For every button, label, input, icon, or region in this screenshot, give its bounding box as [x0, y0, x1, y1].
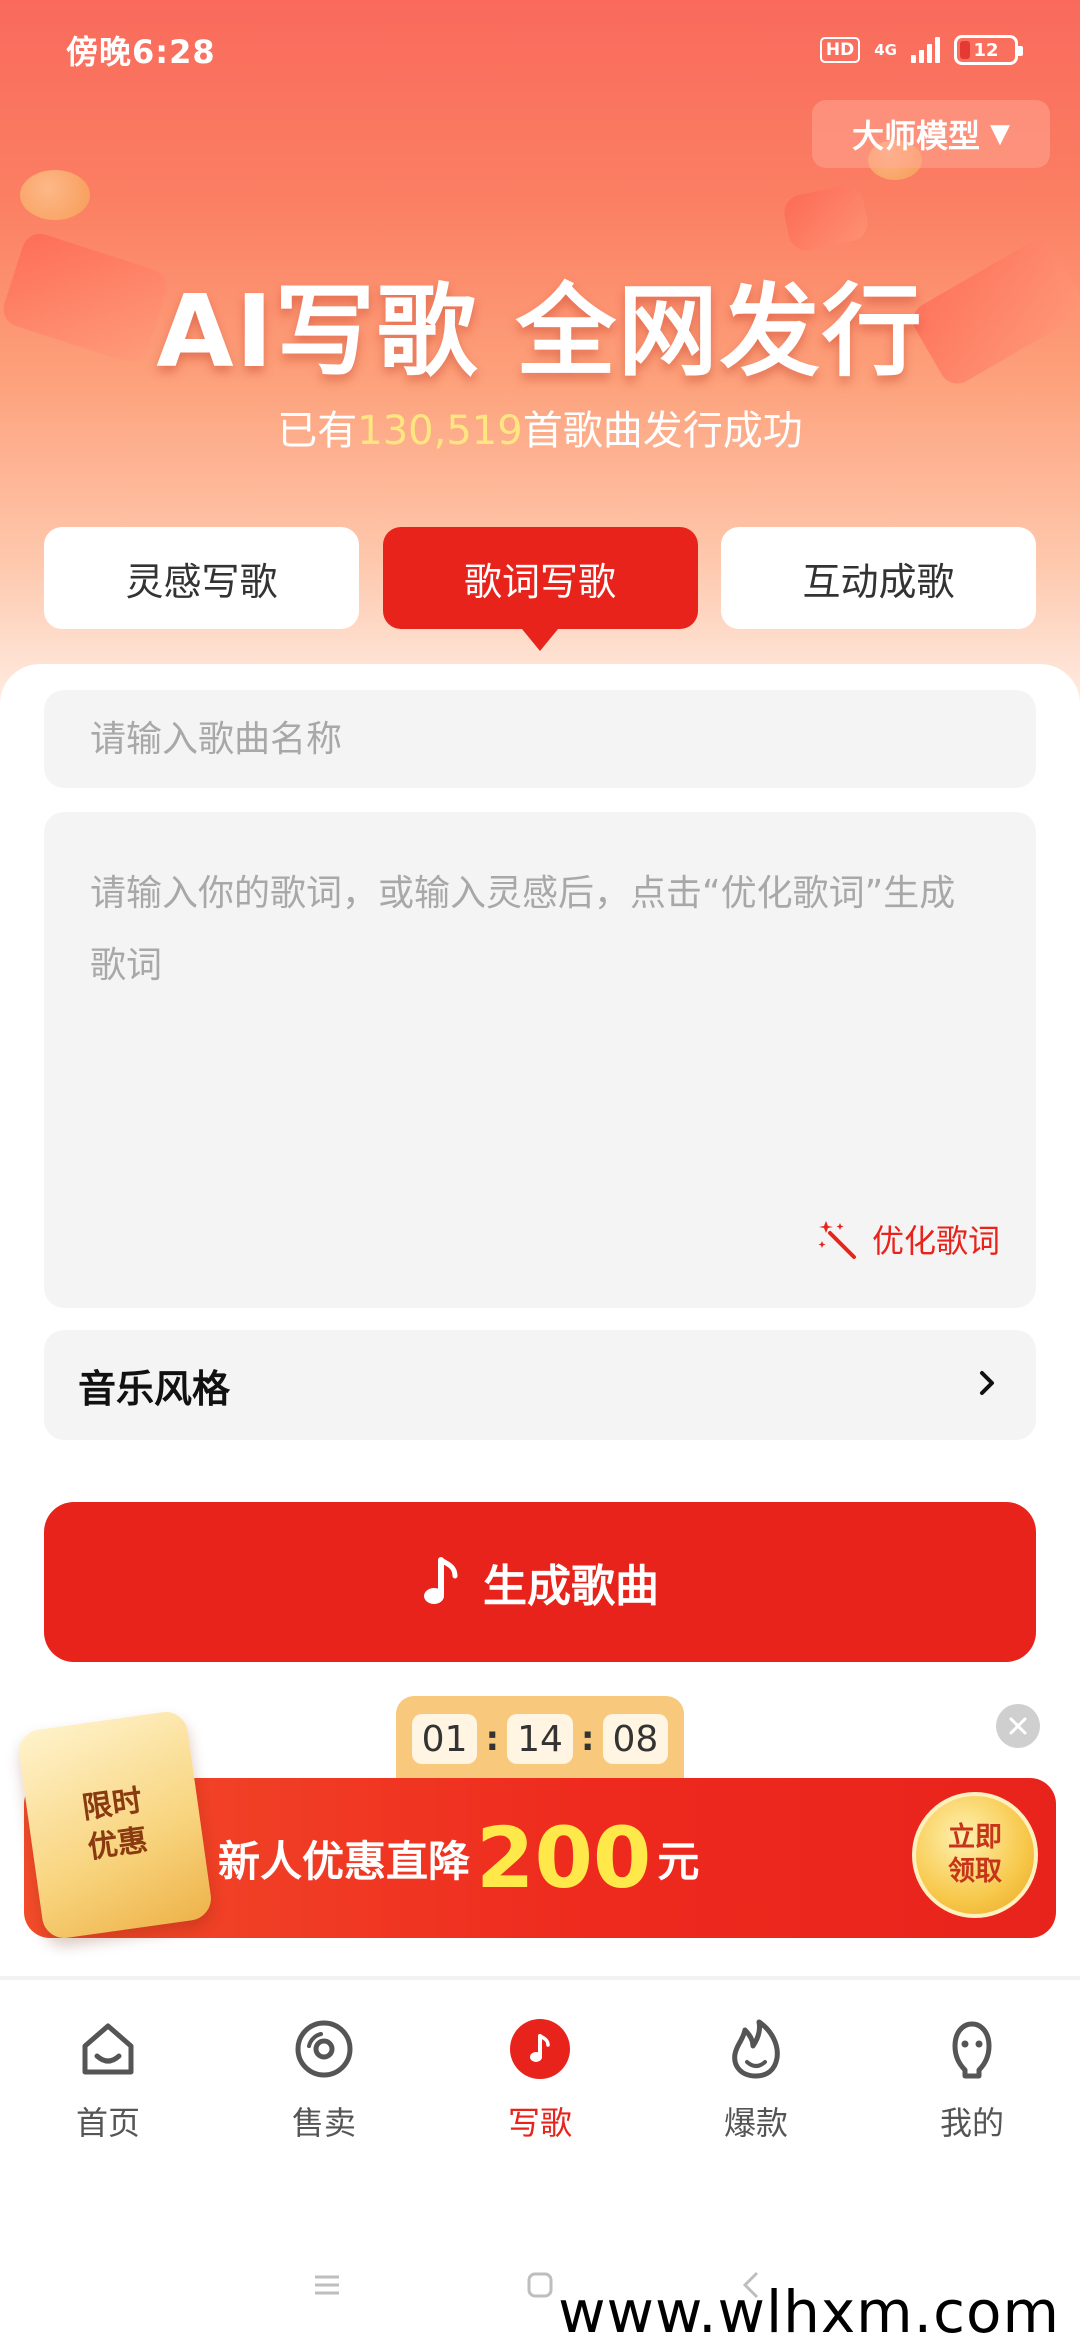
hd-icon: HD: [819, 37, 861, 63]
music-style-label: 音乐风格: [78, 1366, 231, 1411]
song-count: 130,519: [357, 408, 523, 454]
battery-level: 12: [973, 39, 999, 61]
promo-amount: 200: [476, 1809, 652, 1907]
generate-song-button[interactable]: 生成歌曲: [44, 1502, 1036, 1662]
model-selector-label: 大师模型: [851, 117, 980, 155]
subtitle-prefix: 已有: [277, 408, 358, 454]
profile-icon: [939, 2016, 1005, 2082]
optimize-lyrics-label: 优化歌词: [871, 1222, 1000, 1260]
watermark-text: www.wlhxm.com: [558, 2278, 1060, 2340]
flame-icon: [723, 2016, 789, 2082]
nav-item-home[interactable]: 首页: [0, 1980, 216, 2180]
claim-coupon-button[interactable]: 立即领取: [912, 1792, 1038, 1918]
mode-tabs: 灵感写歌 歌词写歌 互动成歌: [44, 527, 1036, 651]
timer-minutes: 14: [507, 1714, 573, 1764]
song-name-input[interactable]: [44, 690, 1036, 788]
network-type: 4G: [874, 41, 897, 59]
nav-item-write-song[interactable]: 写歌: [432, 1980, 648, 2180]
nav-label-profile: 我的: [939, 2104, 1004, 2142]
magic-wand-icon: [818, 1221, 856, 1259]
status-time: 傍晚6:28: [66, 33, 216, 71]
nav-item-profile[interactable]: 我的: [864, 1980, 1080, 2180]
tab-lyrics[interactable]: 歌词写歌: [382, 527, 698, 651]
coupon-ticket-icon: 限时优惠: [16, 1709, 214, 1941]
nav-item-hits[interactable]: 爆款: [648, 1980, 864, 2180]
home-icon: [75, 2016, 141, 2082]
model-selector-button[interactable]: 大师模型 ▼: [812, 100, 1050, 168]
hero-title: AI写歌 全网发行: [156, 273, 924, 390]
nav-label-write-song: 写歌: [507, 2104, 572, 2142]
subtitle-suffix: 首歌曲发行成功: [522, 408, 803, 454]
music-note-icon: [424, 1557, 458, 1604]
menu-icon[interactable]: [309, 2267, 345, 2303]
close-icon: [1009, 1717, 1027, 1735]
timer-separator: :: [485, 1719, 500, 1759]
tab-interactive[interactable]: 互动成歌: [721, 527, 1036, 629]
status-bar: 傍晚6:28 HD 4G 12: [0, 0, 1080, 100]
promo-prefix: 新人优惠直降: [218, 1836, 471, 1886]
battery-icon: 12: [954, 35, 1023, 65]
music-note-icon: [507, 2016, 573, 2082]
nav-item-sell[interactable]: 售卖: [216, 1980, 432, 2180]
music-style-selector[interactable]: 音乐风格: [44, 1330, 1036, 1440]
optimize-lyrics-button[interactable]: 优化歌词: [816, 1216, 1000, 1262]
status-icons: HD 4G 12: [819, 35, 1023, 65]
tab-inspiration[interactable]: 灵感写歌: [44, 527, 359, 629]
caret-down-icon: ▼: [990, 119, 1010, 149]
timer-separator: :: [580, 1719, 595, 1759]
nav-label-sell: 售卖: [291, 2104, 356, 2142]
promo-unit: 元: [657, 1836, 700, 1886]
disc-icon: [291, 2016, 357, 2082]
signal-icon: [911, 37, 940, 63]
promo-text: 新人优惠直降 200 元: [218, 1800, 699, 1916]
timer-seconds: 08: [602, 1714, 669, 1764]
hero-subtitle: 已有130,519首歌曲发行成功: [0, 398, 1080, 456]
home-button-icon[interactable]: [522, 2267, 558, 2303]
chevron-right-icon: [970, 1366, 1004, 1404]
bottom-nav: 首页 售卖 写歌 爆款 我的: [0, 1980, 1080, 2180]
nav-label-home: 首页: [75, 2104, 140, 2142]
nav-label-hits: 爆款: [723, 2104, 788, 2142]
coin-decoration: [20, 170, 90, 220]
limited-offer-badge: 限时优惠: [80, 1783, 150, 1866]
generate-song-label: 生成歌曲: [483, 1561, 659, 1612]
lyrics-input[interactable]: [44, 812, 1036, 1212]
lyrics-box: 优化歌词: [44, 812, 1036, 1308]
claim-label: 立即领取: [948, 1822, 1002, 1887]
close-promo-button[interactable]: [996, 1704, 1040, 1748]
red-envelope-decoration: [781, 182, 871, 254]
countdown-timer: 01 : 14 : 08: [396, 1696, 684, 1782]
timer-hours: 01: [411, 1714, 478, 1764]
